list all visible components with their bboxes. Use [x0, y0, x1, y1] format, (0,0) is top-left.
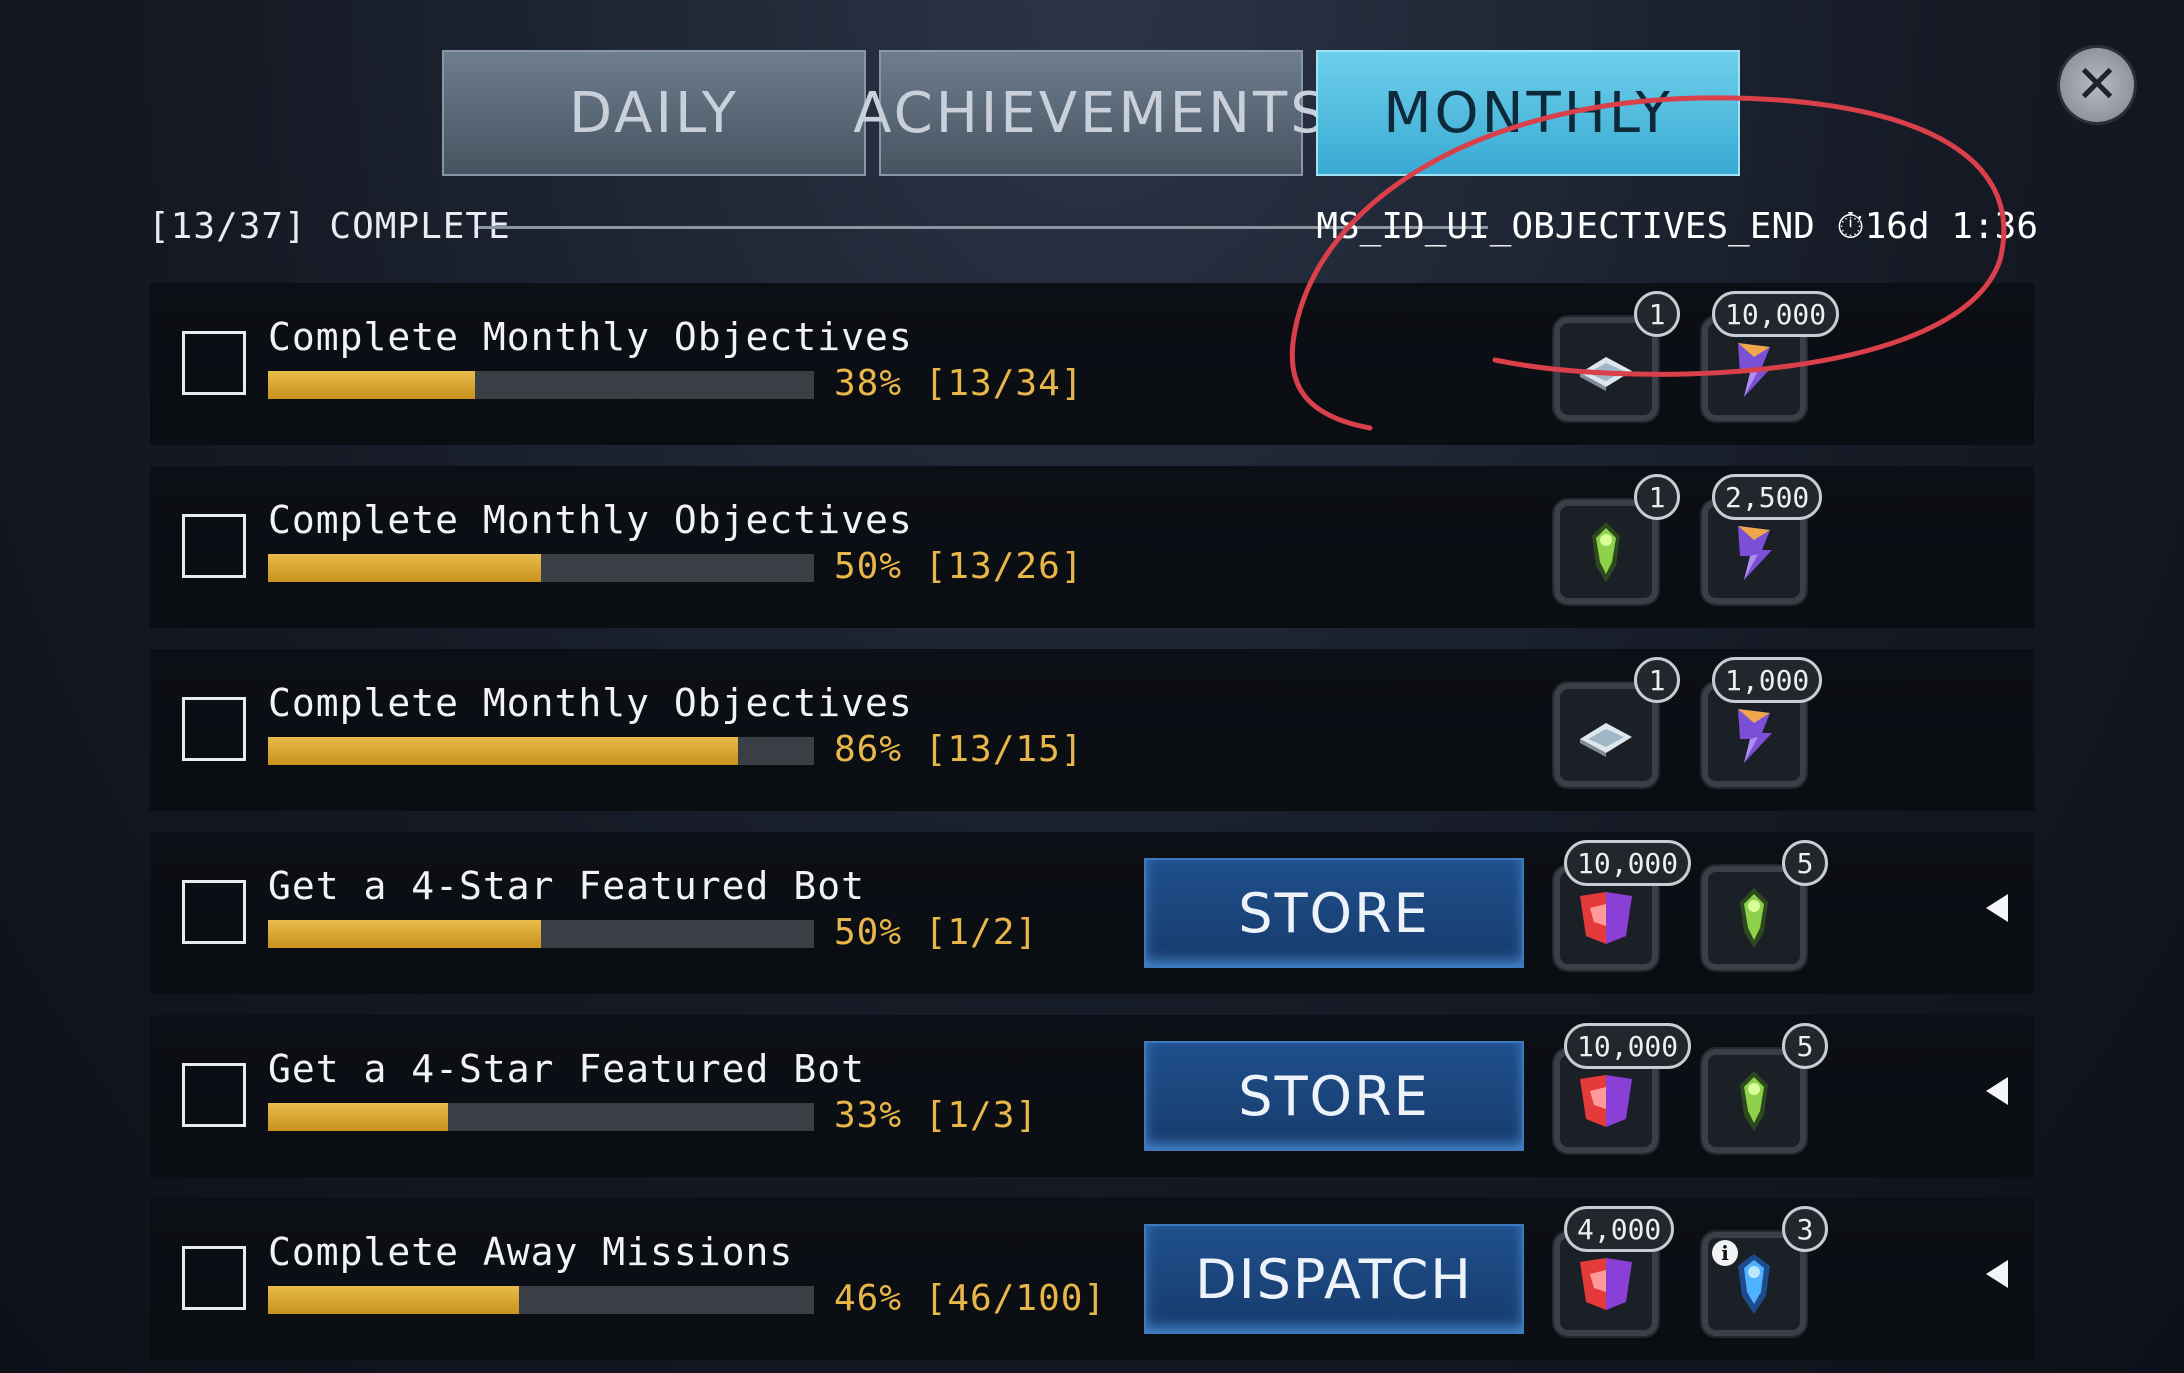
reward-count-badge: 3	[1782, 1206, 1828, 1252]
reward-count-badge: 4,000	[1564, 1206, 1675, 1252]
expand-arrow-icon[interactable]	[1986, 1077, 2008, 1105]
tab-monthly[interactable]: MONTHLY	[1316, 50, 1740, 176]
progress-fill	[268, 371, 476, 399]
progress-fill	[268, 737, 738, 765]
reward-count-badge: 1,000	[1712, 657, 1823, 703]
objective-checkbox[interactable]	[182, 331, 246, 395]
store-button[interactable]: STORE	[1144, 1041, 1524, 1151]
objective-row: Complete Monthly Objectives 86% [13/15] 1 1…	[150, 649, 2034, 811]
objective-checkbox[interactable]	[182, 880, 246, 944]
reward-count-badge: 10,000	[1564, 1023, 1692, 1069]
reward-slot[interactable]: 10,000	[1702, 291, 1840, 421]
progress-text: 46% [46/100]	[834, 1278, 1107, 1319]
end-timer: MS_ID_UI_OBJECTIVES_END ⏱16d 1:36	[1316, 206, 2038, 248]
info-icon[interactable]: i	[1712, 1240, 1738, 1266]
reward-count-badge: 10,000	[1712, 291, 1840, 337]
tab-daily[interactable]: DAILY	[442, 50, 866, 176]
reward-slot[interactable]: 10,000	[1554, 1023, 1692, 1153]
objective-checkbox[interactable]	[182, 1063, 246, 1127]
progress-fill	[268, 920, 541, 948]
progress-bar	[268, 1286, 814, 1314]
objective-row: Complete Monthly Objectives 38% [13/34] 1 1…	[150, 283, 2034, 445]
close-button[interactable]: ✕	[2060, 48, 2134, 122]
reward-count-badge: 2,500	[1712, 474, 1823, 520]
end-label: MS_ID_UI_OBJECTIVES_END	[1316, 206, 1815, 247]
reward-slot[interactable]: 5	[1702, 1023, 1828, 1153]
progress-fill	[268, 1103, 449, 1131]
store-button[interactable]: STORE	[1144, 858, 1524, 968]
reward-slot[interactable]: 1	[1554, 291, 1680, 421]
reward-count-badge: 5	[1782, 840, 1828, 886]
objective-checkbox[interactable]	[182, 697, 246, 761]
reward-slot[interactable]: 2,500	[1702, 474, 1823, 604]
objective-row: Complete Monthly Objectives 50% [13/26] 1 2…	[150, 466, 2034, 628]
reward-slot[interactable]: 4,000	[1554, 1206, 1675, 1336]
dispatch-button[interactable]: DISPATCH	[1144, 1224, 1524, 1334]
reward-count-badge: 10,000	[1564, 840, 1692, 886]
close-icon: ✕	[2075, 55, 2119, 115]
progress-text: 50% [13/26]	[834, 546, 1084, 587]
objective-title: Get a 4-Star Featured Bot	[268, 1047, 865, 1091]
objective-title: Complete Monthly Objectives	[268, 315, 913, 359]
reward-count-badge: 1	[1634, 474, 1680, 520]
objective-checkbox[interactable]	[182, 1246, 246, 1310]
reward-count-badge: 1	[1634, 657, 1680, 703]
reward-count-badge: 1	[1634, 291, 1680, 337]
stopwatch-icon: ⏱	[1836, 206, 1865, 247]
expand-arrow-icon[interactable]	[1986, 1260, 2008, 1288]
progress-bar	[268, 920, 814, 948]
progress-bar	[268, 737, 814, 765]
reward-slot[interactable]: 1	[1554, 657, 1680, 787]
reward-count-badge: 5	[1782, 1023, 1828, 1069]
reward-slot[interactable]: 5	[1702, 840, 1828, 970]
objective-title: Get a 4-Star Featured Bot	[268, 864, 865, 908]
expand-arrow-icon[interactable]	[1986, 894, 2008, 922]
reward-slot[interactable]: 1	[1554, 474, 1680, 604]
progress-fill	[268, 554, 541, 582]
time-left: 16d 1:36	[1864, 206, 2038, 247]
objective-title: Complete Monthly Objectives	[268, 681, 913, 725]
progress-text: 33% [1/3]	[834, 1095, 1039, 1136]
objective-row: Get a 4-Star Featured Bot 33% [1/3] STORE 1…	[150, 1015, 2034, 1177]
progress-bar	[268, 554, 814, 582]
reward-slot[interactable]: 10,000	[1554, 840, 1692, 970]
progress-bar	[268, 1103, 814, 1131]
reward-slot[interactable]: 1,000	[1702, 657, 1823, 787]
progress-text: 86% [13/15]	[834, 729, 1084, 770]
objective-title: Complete Away Missions	[268, 1230, 794, 1274]
progress-bar	[268, 371, 814, 399]
completion-count: [13/37] COMPLETE	[148, 206, 511, 247]
objective-checkbox[interactable]	[182, 514, 246, 578]
progress-text: 50% [1/2]	[834, 912, 1039, 953]
tab-achievements[interactable]: ACHIEVEMENTS	[853, 50, 1326, 176]
objective-title: Complete Monthly Objectives	[268, 498, 913, 542]
objective-row: Complete Away Missions 46% [46/100] DISPAT…	[150, 1198, 2034, 1360]
progress-text: 38% [13/34]	[834, 363, 1084, 404]
objective-row: Get a 4-Star Featured Bot 50% [1/2] STORE 1…	[150, 832, 2034, 994]
status-bar: [13/37] COMPLETE MS_ID_UI_OBJECTIVES_END…	[148, 200, 2038, 256]
progress-fill	[268, 1286, 520, 1314]
reward-slot[interactable]: i3	[1702, 1206, 1828, 1336]
